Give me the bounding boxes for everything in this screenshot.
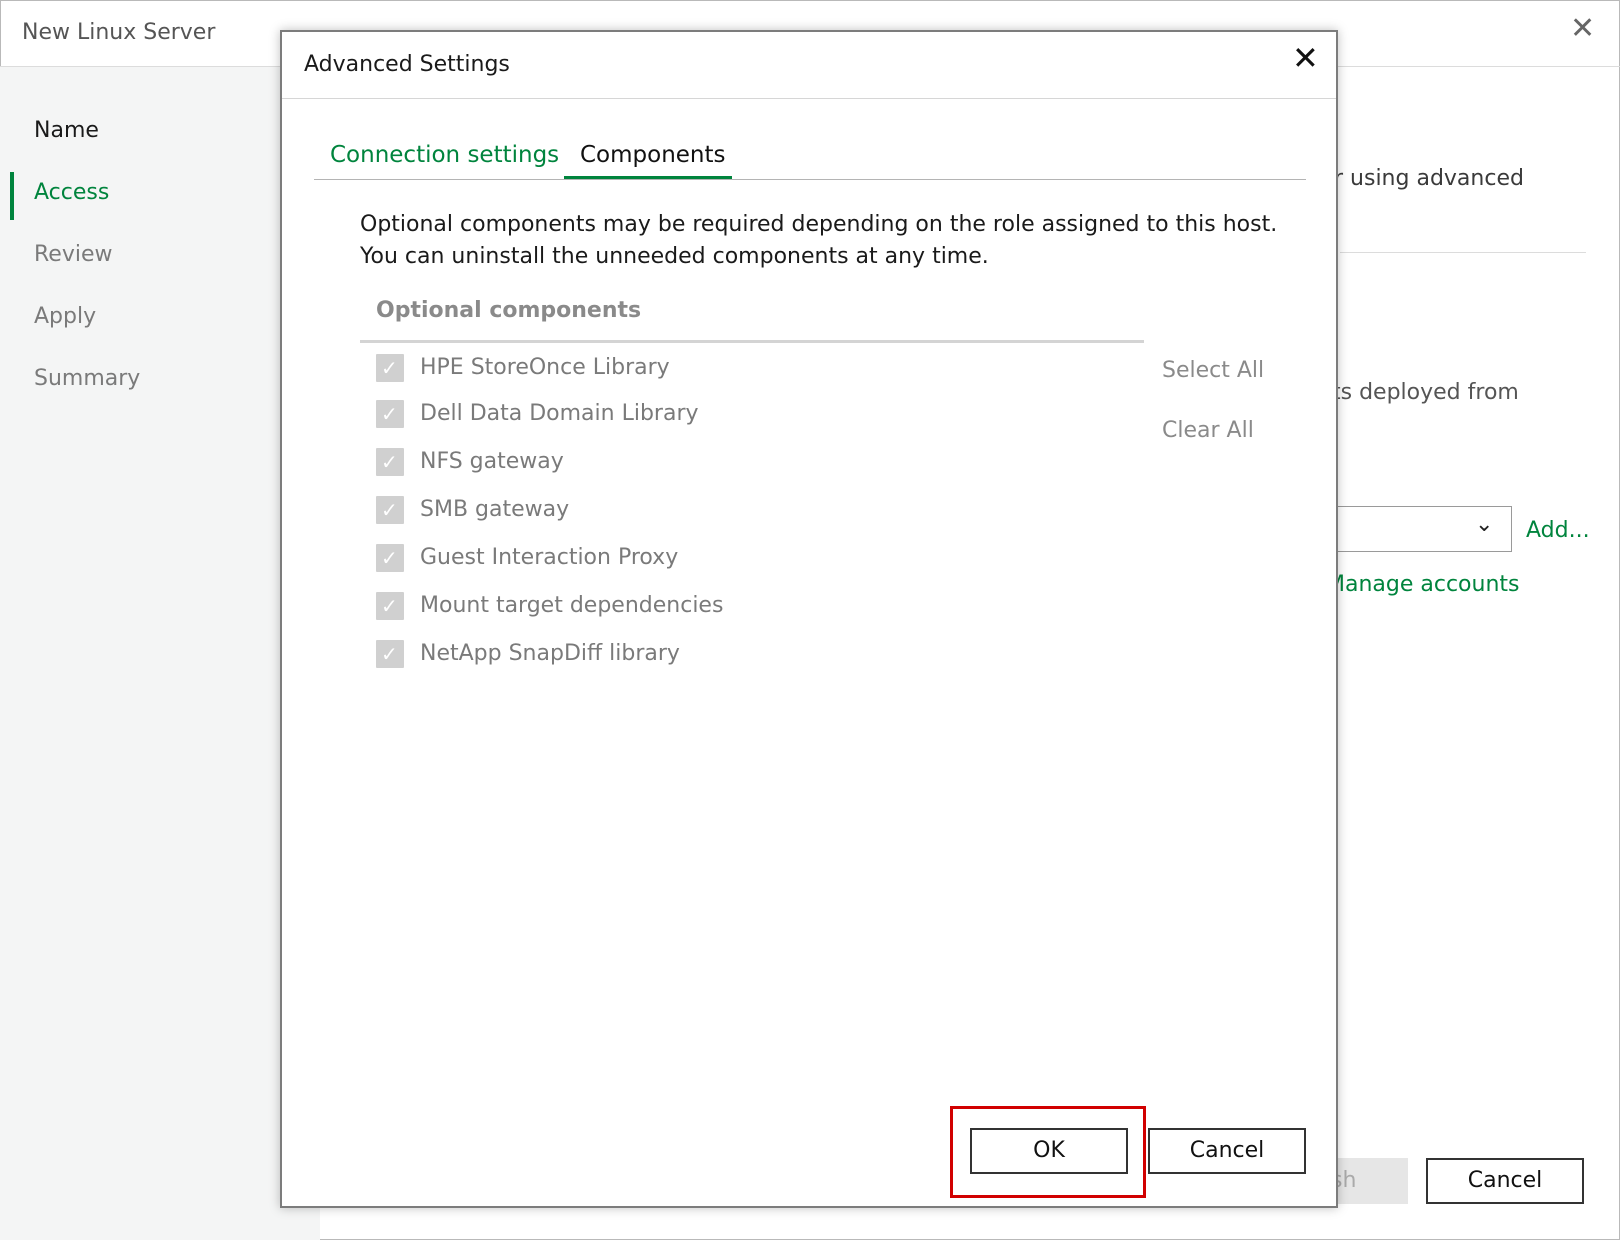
active-tab-underline: [564, 176, 732, 179]
component-label: HPE StoreOnce Library: [420, 355, 670, 380]
advanced-settings-dialog: Advanced Settings ✕ Connection settings …: [280, 30, 1338, 1208]
step-review: Review: [34, 242, 113, 267]
checkmark-icon: ✓: [381, 642, 398, 666]
component-checkbox[interactable]: ✓: [376, 544, 404, 572]
wizard-cancel-button[interactable]: Cancel: [1426, 1158, 1584, 1204]
component-checkbox[interactable]: ✓: [376, 496, 404, 524]
component-label: Guest Interaction Proxy: [420, 545, 679, 570]
checkmark-icon: ✓: [381, 356, 398, 380]
close-icon[interactable]: ✕: [1292, 42, 1319, 74]
manage-accounts-link[interactable]: Manage accounts: [1326, 572, 1520, 597]
bg-info-fragment: ts deployed from: [1332, 380, 1519, 405]
select-all-button[interactable]: Select All: [1162, 358, 1264, 383]
chevron-down-icon: ⌄: [1475, 512, 1494, 537]
tabs-divider: [314, 179, 1306, 180]
step-access: Access: [34, 180, 110, 205]
components-column-header: Optional components: [376, 298, 642, 323]
component-checkbox[interactable]: ✓: [376, 592, 404, 620]
tab-connection-settings[interactable]: Connection settings: [330, 142, 559, 168]
description-line-1: Optional components may be required depe…: [360, 212, 1278, 237]
checkmark-icon: ✓: [381, 402, 398, 426]
component-label: SMB gateway: [420, 497, 570, 522]
description-line-2: You can uninstall the unneeded component…: [360, 244, 989, 269]
component-label: Dell Data Domain Library: [420, 401, 699, 426]
component-label: Mount target dependencies: [420, 593, 724, 618]
clear-all-button[interactable]: Clear All: [1162, 418, 1254, 443]
component-checkbox[interactable]: ✓: [376, 448, 404, 476]
step-name: Name: [34, 118, 99, 143]
wizard-close-icon[interactable]: ✕: [1570, 14, 1595, 44]
add-credentials-link[interactable]: Add...: [1526, 518, 1590, 543]
checkmark-icon: ✓: [381, 450, 398, 474]
component-checkbox[interactable]: ✓: [376, 400, 404, 428]
step-apply: Apply: [34, 304, 97, 329]
component-checkbox[interactable]: ✓: [376, 354, 404, 382]
component-label: NetApp SnapDiff library: [420, 641, 680, 666]
active-step-indicator: [10, 172, 14, 220]
tab-components[interactable]: Components: [580, 142, 726, 168]
checkmark-icon: ✓: [381, 498, 398, 522]
bg-divider: [1340, 252, 1586, 253]
checkmark-icon: ✓: [381, 546, 398, 570]
bg-description-fragment: r using advanced: [1334, 166, 1524, 191]
dialog-title-divider: [282, 98, 1336, 99]
ok-button[interactable]: OK: [970, 1128, 1128, 1174]
wizard-title: New Linux Server: [22, 20, 216, 45]
checkmark-icon: ✓: [381, 594, 398, 618]
dialog-title: Advanced Settings: [304, 52, 510, 77]
step-summary: Summary: [34, 366, 141, 391]
components-header-divider: [360, 340, 1144, 343]
component-checkbox[interactable]: ✓: [376, 640, 404, 668]
component-label: NFS gateway: [420, 449, 564, 474]
cancel-button[interactable]: Cancel: [1148, 1128, 1306, 1174]
